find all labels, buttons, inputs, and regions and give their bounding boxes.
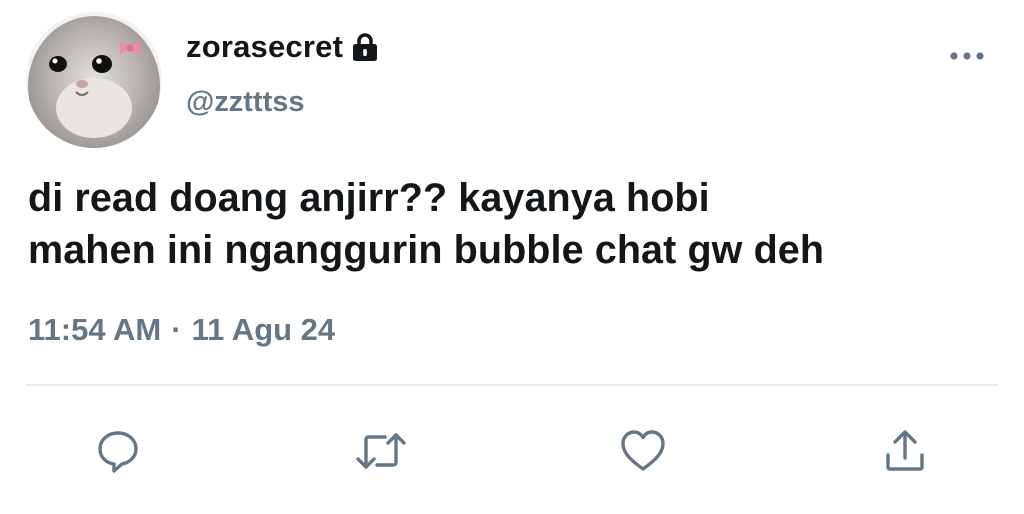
share-icon — [886, 430, 924, 471]
author-handle[interactable]: @zztttss — [186, 86, 305, 119]
more-options-button[interactable] — [944, 38, 990, 74]
tweet-text: di read doang anjirr?? kayanya hobi mahe… — [28, 172, 1008, 276]
hamster-avatar-icon — [26, 12, 162, 148]
tweet-date: 11 Agu 24 — [191, 312, 336, 347]
display-name[interactable]: zorasecret — [186, 29, 343, 65]
tweet-timestamp[interactable]: 11:54 AM · 11 Agu 24 — [28, 312, 335, 348]
reply-icon — [98, 431, 138, 473]
more-dots-icon — [950, 52, 984, 60]
author-name-row: zorasecret — [186, 26, 379, 68]
like-button[interactable] — [616, 424, 670, 478]
retweet-button[interactable] — [354, 424, 408, 478]
retweet-icon — [356, 433, 406, 469]
reply-button[interactable] — [91, 424, 145, 478]
like-icon — [621, 430, 665, 471]
tweet-time: 11:54 AM — [28, 312, 162, 347]
divider — [26, 384, 998, 386]
tweet-text-line-2: mahen ini nganggurin bubble chat gw deh — [28, 228, 825, 272]
tweet-text-line-1: di read doang anjirr?? kayanya hobi — [28, 176, 710, 220]
share-button[interactable] — [878, 424, 932, 478]
timestamp-separator: · — [171, 312, 182, 347]
lock-icon — [351, 32, 379, 62]
avatar[interactable] — [26, 12, 162, 148]
